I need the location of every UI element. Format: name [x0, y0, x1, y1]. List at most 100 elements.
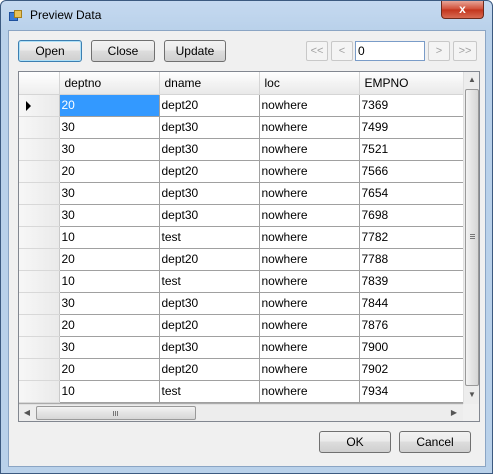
cell-dname[interactable]: test [159, 380, 260, 403]
table-row[interactable]: 20 dept20 nowhere 7566 [19, 160, 464, 183]
cell-deptno[interactable]: 30 [59, 204, 160, 227]
cell-deptno[interactable]: 20 [59, 248, 160, 271]
cell-loc[interactable]: nowhere [259, 94, 360, 117]
cell-dname[interactable]: dept30 [159, 336, 260, 359]
cell-dname[interactable]: dept20 [159, 94, 260, 117]
row-header-cell[interactable] [19, 226, 60, 249]
cell-loc[interactable]: nowhere [259, 358, 360, 381]
cell-loc[interactable]: nowhere [259, 314, 360, 337]
cell-loc[interactable]: nowhere [259, 204, 360, 227]
title-bar[interactable]: Preview Data x [1, 1, 492, 29]
last-page-button[interactable]: >> [453, 41, 477, 61]
cell-empno[interactable]: 7876 [359, 314, 464, 337]
row-header-cell[interactable] [19, 204, 60, 227]
ok-button[interactable]: OK [319, 431, 391, 453]
column-header-dname[interactable]: dname [159, 72, 260, 95]
vertical-scroll-thumb[interactable] [465, 89, 479, 386]
row-header-cell[interactable] [19, 248, 60, 271]
cell-loc[interactable]: nowhere [259, 182, 360, 205]
cell-empno[interactable]: 7839 [359, 270, 464, 293]
cell-deptno[interactable]: 20 [59, 94, 160, 117]
cell-loc[interactable]: nowhere [259, 160, 360, 183]
cell-loc[interactable]: nowhere [259, 226, 360, 249]
cell-dname[interactable]: dept30 [159, 204, 260, 227]
cell-dname[interactable]: dept30 [159, 182, 260, 205]
table-row[interactable]: 20 dept20 nowhere 7902 [19, 358, 464, 381]
cell-deptno[interactable]: 30 [59, 292, 160, 315]
row-header-cell[interactable] [19, 270, 60, 293]
cell-empno[interactable]: 7566 [359, 160, 464, 183]
cell-dname[interactable]: dept20 [159, 160, 260, 183]
cell-empno[interactable]: 7654 [359, 182, 464, 205]
cell-dname[interactable]: dept30 [159, 138, 260, 161]
cell-empno[interactable]: 7499 [359, 116, 464, 139]
cell-empno[interactable]: 7844 [359, 292, 464, 315]
cell-empno[interactable]: 7934 [359, 380, 464, 403]
next-page-button[interactable]: > [428, 41, 450, 61]
cell-deptno[interactable]: 30 [59, 116, 160, 139]
cell-dname[interactable]: dept30 [159, 292, 260, 315]
cell-deptno[interactable]: 20 [59, 358, 160, 381]
cell-loc[interactable]: nowhere [259, 248, 360, 271]
table-row[interactable]: 10 test nowhere 7839 [19, 270, 464, 293]
cell-deptno[interactable]: 30 [59, 138, 160, 161]
row-header-cell[interactable] [19, 314, 60, 337]
first-page-button[interactable]: << [306, 41, 328, 61]
cell-deptno[interactable]: 10 [59, 380, 160, 403]
table-row[interactable]: 30 dept30 nowhere 7654 [19, 182, 464, 205]
vertical-scrollbar[interactable]: ▲ ▼ [463, 72, 479, 404]
cell-empno[interactable]: 7521 [359, 138, 464, 161]
cell-empno[interactable]: 7788 [359, 248, 464, 271]
column-header-loc[interactable]: loc [259, 72, 360, 95]
row-header-cell[interactable] [19, 336, 60, 359]
corner-header-cell[interactable] [19, 72, 60, 95]
row-header-cell[interactable] [19, 182, 60, 205]
cell-dname[interactable]: dept30 [159, 116, 260, 139]
close-button[interactable]: Close [91, 40, 155, 62]
cell-empno[interactable]: 7698 [359, 204, 464, 227]
scroll-down-icon[interactable]: ▼ [464, 387, 479, 403]
cell-deptno[interactable]: 30 [59, 336, 160, 359]
horizontal-scroll-thumb[interactable] [36, 406, 196, 420]
table-row[interactable]: 10 test nowhere 7782 [19, 226, 464, 249]
scroll-left-icon[interactable]: ◀ [19, 405, 35, 421]
cell-loc[interactable]: nowhere [259, 116, 360, 139]
table-row[interactable]: 30 dept30 nowhere 7521 [19, 138, 464, 161]
table-row[interactable]: 20 dept20 nowhere 7369 [19, 94, 464, 117]
scroll-up-icon[interactable]: ▲ [464, 72, 479, 88]
cell-empno[interactable]: 7782 [359, 226, 464, 249]
row-header-cell[interactable] [19, 94, 60, 117]
cell-empno[interactable]: 7900 [359, 336, 464, 359]
open-button[interactable]: Open [18, 40, 82, 62]
cell-loc[interactable]: nowhere [259, 336, 360, 359]
cell-dname[interactable]: dept20 [159, 248, 260, 271]
row-header-cell[interactable] [19, 292, 60, 315]
page-number-input[interactable]: 0 [355, 41, 425, 61]
cell-empno[interactable]: 7369 [359, 94, 464, 117]
cell-deptno[interactable]: 20 [59, 160, 160, 183]
cell-loc[interactable]: nowhere [259, 292, 360, 315]
cell-empno[interactable]: 7902 [359, 358, 464, 381]
update-button[interactable]: Update [164, 40, 226, 62]
table-row[interactable]: 20 dept20 nowhere 7876 [19, 314, 464, 337]
scroll-right-icon[interactable]: ▶ [446, 405, 462, 421]
column-header-deptno[interactable]: deptno [59, 72, 160, 95]
cell-dname[interactable]: test [159, 226, 260, 249]
data-grid[interactable]: deptno dname loc EMPNO 20 dept20 nowhere 73… [18, 71, 480, 422]
cell-deptno[interactable]: 30 [59, 182, 160, 205]
table-row[interactable]: 30 dept30 nowhere 7900 [19, 336, 464, 359]
cell-deptno[interactable]: 20 [59, 314, 160, 337]
cell-loc[interactable]: nowhere [259, 380, 360, 403]
cell-loc[interactable]: nowhere [259, 138, 360, 161]
table-row[interactable]: 20 dept20 nowhere 7788 [19, 248, 464, 271]
row-header-cell[interactable] [19, 358, 60, 381]
row-header-cell[interactable] [19, 116, 60, 139]
cell-loc[interactable]: nowhere [259, 270, 360, 293]
row-header-cell[interactable] [19, 160, 60, 183]
row-header-cell[interactable] [19, 380, 60, 403]
cell-dname[interactable]: test [159, 270, 260, 293]
close-icon[interactable]: x [441, 1, 484, 19]
cell-deptno[interactable]: 10 [59, 226, 160, 249]
cancel-button[interactable]: Cancel [399, 431, 471, 453]
horizontal-scrollbar[interactable]: ◀ ▶ [19, 404, 463, 421]
